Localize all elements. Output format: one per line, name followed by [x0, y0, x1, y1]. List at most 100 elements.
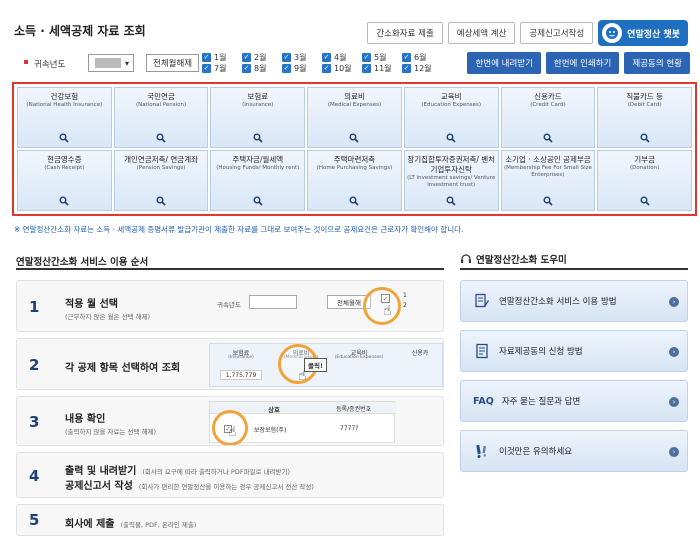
category-name: 신용카드 — [534, 92, 562, 101]
month-checkbox[interactable]: ✓ 4월 — [322, 52, 362, 63]
category-card[interactable]: 개인연금저축/ 연금계좌 (Pension Savings) — [113, 150, 209, 211]
search-icon — [543, 196, 553, 206]
checkbox-checked-icon[interactable]: ✓ — [242, 64, 251, 73]
search-icon — [59, 196, 69, 206]
month-checkbox[interactable]: ✓ 3월 — [282, 52, 322, 63]
month-checkbox[interactable]: ✓ 12월 — [402, 63, 442, 74]
checkbox-checked-icon[interactable]: ✓ — [202, 53, 211, 62]
year-select[interactable]: ▾ — [88, 54, 134, 72]
category-text: 주택자금/월세액 (Housing Funds/ Monthly rent) — [216, 155, 299, 172]
step-list: 1 적용 월 선택 (근무하지 않은 월은 선택 해제) 귀속년도 전체월해 ✓… — [16, 280, 444, 542]
mock-row-name: 보장보험(주) — [254, 427, 287, 434]
category-name: 의료비 — [344, 92, 365, 101]
category-card[interactable]: 건강보험 (National Health Insurance) — [17, 87, 112, 148]
mock-year-label: 귀속년도 — [217, 301, 241, 309]
category-card[interactable]: 직불카드 등 (Debit Card) — [597, 87, 692, 148]
checkbox-checked-icon[interactable]: ✓ — [362, 64, 371, 73]
chatbot-button[interactable]: 연말정산 챗봇 — [598, 20, 688, 46]
category-name: 주택자금/월세액 — [232, 155, 284, 164]
category-name-en: (Credit Card) — [530, 102, 566, 108]
category-name-en: (LT investment savings/ Venture investme… — [407, 175, 496, 188]
checkbox-checked-icon[interactable]: ✓ — [362, 53, 371, 62]
helper-label: 자료제공동의 신청 방법 — [499, 347, 583, 357]
helper-label: 이것만은 유의하세요 — [499, 447, 573, 457]
step-2: 2 각 공제 항목 선택하여 조회 보험료 (Insurance) 1,775,… — [16, 338, 444, 390]
step-number: 3 — [29, 413, 40, 431]
chatbot-icon — [602, 23, 623, 43]
mock-year-select — [249, 295, 297, 309]
checkbox-checked-icon[interactable]: ✓ — [202, 64, 211, 73]
category-card[interactable]: 주택마련저축 (Home Purchasing Savings) — [307, 150, 402, 211]
checkbox-checked-icon[interactable]: ✓ — [282, 64, 291, 73]
category-card[interactable]: 신용카드 (Credit Card) — [500, 87, 596, 148]
checkbox-checked-icon[interactable]: ✓ — [322, 64, 331, 73]
order-divider — [16, 268, 444, 270]
download-all-button[interactable]: 한번에 내려받기 — [467, 52, 541, 74]
helper-divider — [460, 268, 688, 270]
category-name-en: (Debit Card) — [627, 102, 662, 108]
checkbox-checked-icon[interactable]: ✓ — [322, 53, 331, 62]
month-checkboxes: ✓ 1월 ✓ 2월 ✓ 3월 ✓ 4월 ✓ 5월 ✓ 6월 ✓ 7월 ✓ 8월 ✓ 9월 ✓ 10월… — [202, 52, 442, 74]
step-title: 각 공제 항목 선택하여 조회 — [65, 363, 181, 374]
category-name-en: (National Health Insurance) — [26, 102, 103, 108]
category-card[interactable]: 의료비 (Medical Expenses) — [307, 87, 402, 148]
step-3: 3 내용 확인 (출력하지 않을 자료는 선택 해제) 상호 등록/증권번호 ✓… — [16, 396, 444, 446]
category-card[interactable]: 국민연금 (National Pension) — [113, 87, 209, 148]
action-button-group: 한번에 내려받기 한번에 인쇄하기 제공동의 현황 — [467, 52, 690, 74]
month-checkbox[interactable]: ✓ 11월 — [362, 63, 402, 74]
chevron-down-icon: ▾ — [124, 58, 129, 68]
category-name: 기부금 — [634, 155, 655, 164]
submit-simplified-data-button[interactable]: 간소화자료 제출 — [367, 22, 443, 44]
category-name-en: (Home Purchasing Savings) — [316, 165, 393, 171]
deduction-form-button[interactable]: 공제신고서작성 — [520, 22, 594, 44]
checkbox-checked-icon[interactable]: ✓ — [282, 53, 291, 62]
page-title: 소득 · 세액공제 자료 조회 — [14, 24, 146, 38]
step-number: 1 — [29, 298, 40, 316]
category-name: 건강보험 — [50, 92, 79, 101]
month-checkbox[interactable]: ✓ 7월 — [202, 63, 242, 74]
step-number: 4 — [29, 467, 40, 485]
month-checkbox[interactable]: ✓ 2월 — [242, 52, 282, 63]
month-checkbox[interactable]: ✓ 9월 — [282, 63, 322, 74]
category-name: 개인연금저축/ 연금계좌 — [124, 155, 199, 164]
step3-illustration: 상호 등록/증권번호 ✓ 보장보험(주) 7777? ☝ — [209, 401, 396, 445]
search-icon — [349, 196, 360, 206]
category-name-en: (Membership Fee For Small Size Enterpris… — [503, 165, 592, 178]
deselect-all-months-button[interactable]: 전체월해제 — [146, 54, 200, 72]
helper-usage-guide-button[interactable]: 연말정산간소화 서비스 이용 방법 › — [460, 280, 688, 322]
helper-faq-button[interactable]: FAQ 자주 묻는 질문과 답변 › — [460, 380, 688, 422]
notice-text: ※ 연말정산간소화 자료는 소득 · 세액공제 증명서류 발급기관이 제출한 자… — [14, 225, 464, 234]
step-title: 회사에 제출 (출력물, PDF, 온라인 제출) — [65, 519, 197, 530]
print-all-button[interactable]: 한번에 인쇄하기 — [545, 52, 620, 74]
estimate-tax-button[interactable]: 예상세액 계산 — [447, 22, 516, 44]
step2-illustration: 보험료 (Insurance) 1,775,779 의료비 (Medical E… — [209, 343, 443, 387]
category-card[interactable]: 현금영수증 (Cash Receipt) — [17, 150, 112, 211]
month-checkbox[interactable]: ✓ 5월 — [362, 52, 402, 63]
consent-status-button[interactable]: 제공동의 현황 — [624, 52, 690, 74]
top-button-group: 간소화자료 제출 예상세액 계산 공제신고서작성 연말정산 챗봇 — [367, 20, 688, 46]
helper-consent-guide-button[interactable]: 자료제공동의 신청 방법 › — [460, 330, 688, 372]
category-card[interactable]: 소기업 · 소상공인 공제부금 (Membership Fee For Small… — [500, 150, 596, 211]
checkbox-checked-icon[interactable]: ✓ — [402, 64, 411, 73]
checkbox-checked-icon[interactable]: ✓ — [402, 53, 411, 62]
step-title: 적용 월 선택 — [65, 299, 118, 310]
category-name-en: (Medical Expenses) — [327, 102, 382, 108]
category-card[interactable]: 보험료 (Insurance) — [210, 87, 306, 148]
category-card[interactable]: 주택자금/월세액 (Housing Funds/ Monthly rent) — [210, 150, 306, 211]
step-subtitle: (근무하지 않은 월은 선택 해제) — [65, 313, 151, 321]
month-checkbox[interactable]: ✓ 1월 — [202, 52, 242, 63]
category-card[interactable]: 기부금 (Donation) — [597, 150, 692, 211]
pointer-hand-icon: ☝ — [298, 368, 307, 384]
year-value-placeholder — [95, 58, 121, 68]
helper-caution-button[interactable]: 이것만은 유의하세요 › — [460, 430, 688, 472]
month-checkbox[interactable]: ✓ 8월 — [242, 63, 282, 74]
category-text: 장기집합투자증권저축/ 벤처기업투자신탁 (LT investment savin… — [407, 155, 496, 189]
checkbox-checked-icon[interactable]: ✓ — [242, 53, 251, 62]
month-checkbox[interactable]: ✓ 10월 — [322, 63, 362, 74]
mock-cat-3-en: (Education Expenses) — [334, 355, 384, 360]
category-card[interactable]: 장기집합투자증권저축/ 벤처기업투자신탁 (LT investment savin… — [403, 150, 499, 211]
step-title: 출력 및 내려받기 (회사의 요구에 따라 출력하거나 PDF파일로 내려받기) — [65, 466, 291, 477]
category-text: 소기업 · 소상공인 공제부금 (Membership Fee For Small… — [504, 155, 593, 179]
month-checkbox[interactable]: ✓ 6월 — [402, 52, 442, 63]
category-card[interactable]: 교육비 (Education Expenses) — [403, 87, 499, 148]
